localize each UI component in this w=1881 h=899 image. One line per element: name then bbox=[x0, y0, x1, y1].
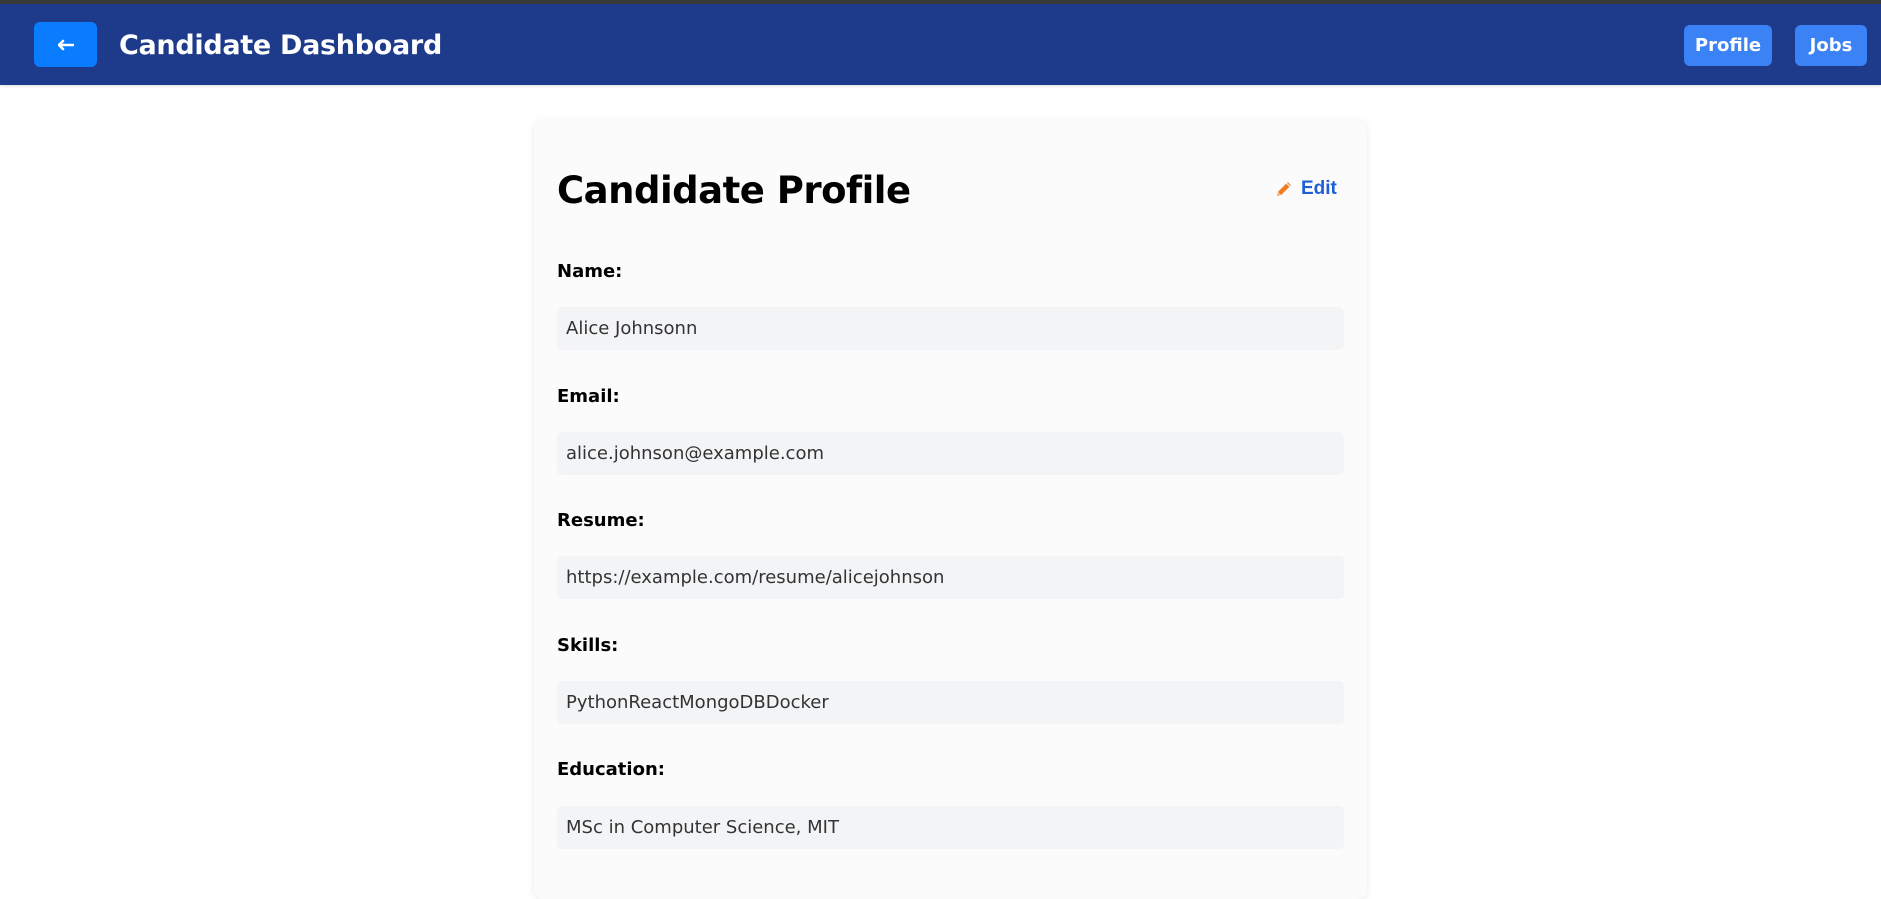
top-navbar: Candidate Dashboard Profile Jobs bbox=[0, 4, 1881, 85]
pencil-icon bbox=[1277, 182, 1291, 196]
arrow-left-icon bbox=[57, 39, 74, 50]
education-field: MSc in Computer Science, MIT bbox=[557, 806, 1344, 849]
profile-title: Candidate Profile bbox=[557, 169, 911, 212]
skills-field: PythonReactMongoDBDocker bbox=[557, 681, 1344, 724]
nav-profile-button[interactable]: Profile bbox=[1684, 25, 1772, 66]
resume-field: https://example.com/resume/alicejohnson bbox=[557, 556, 1344, 599]
email-field: alice.johnson@example.com bbox=[557, 432, 1344, 475]
name-label: Name: bbox=[557, 261, 623, 282]
resume-label: Resume: bbox=[557, 510, 645, 531]
email-label: Email: bbox=[557, 386, 620, 407]
name-field: Alice Johnsonn bbox=[557, 307, 1344, 350]
nav-jobs-button[interactable]: Jobs bbox=[1795, 25, 1867, 66]
back-button[interactable] bbox=[34, 22, 97, 67]
edit-label: Edit bbox=[1301, 178, 1337, 199]
skills-label: Skills: bbox=[557, 635, 619, 656]
education-label: Education: bbox=[557, 759, 665, 780]
edit-button[interactable]: Edit bbox=[1274, 178, 1337, 200]
profile-card: Candidate Profile Edit Name: Alice Johns… bbox=[534, 119, 1367, 899]
page-title: Candidate Dashboard bbox=[119, 30, 442, 61]
